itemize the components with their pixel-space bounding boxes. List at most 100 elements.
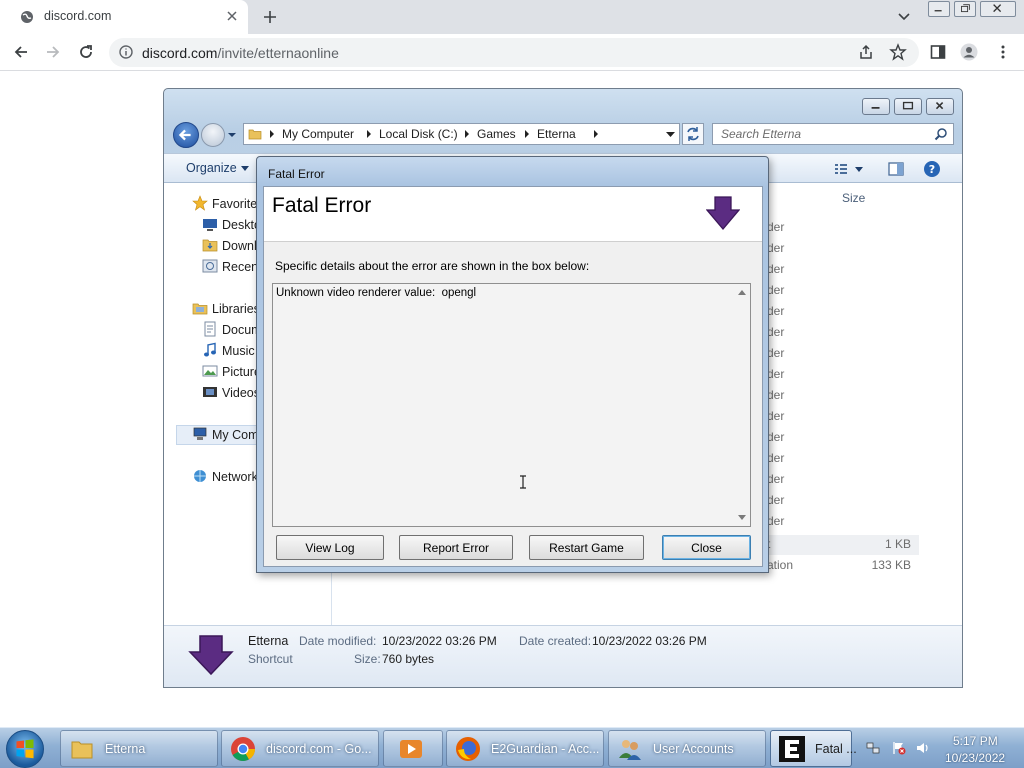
file-row-type[interactable]: der [767,241,784,255]
volume-icon[interactable] [916,741,930,755]
taskbar-item-media-player[interactable] [383,730,443,767]
file-row-type[interactable]: der [767,472,784,486]
column-header-size[interactable]: Size [842,191,865,205]
explorer-search-box[interactable]: Search Etterna [712,123,954,145]
breadcrumb-arrow-icon[interactable] [365,129,373,139]
info-icon[interactable] [119,45,133,59]
minimize-button[interactable] [928,1,950,17]
breadcrumb-arrow-icon[interactable] [463,129,471,139]
clock-time[interactable]: 5:17 PM [953,734,998,748]
preview-pane-icon[interactable] [887,160,905,178]
history-dropdown-icon[interactable] [228,131,236,139]
address-dropdown-icon[interactable] [666,131,675,138]
address-bar[interactable]: discord.com/invite/etternaonline [109,38,919,67]
nav-downloads[interactable]: Downl [222,239,257,253]
details-file-type: Shortcut [248,652,293,666]
nav-my-computer[interactable]: My Com [212,428,259,442]
share-icon[interactable] [857,43,875,61]
taskbar-item-user-accounts[interactable]: User Accounts [608,730,766,767]
bookmark-star-icon[interactable] [889,43,907,61]
network-tray-icon[interactable] [866,741,880,755]
breadcrumb-etterna[interactable]: Etterna [537,127,576,141]
file-row-type[interactable]: der [767,388,784,402]
media-player-icon [400,740,422,758]
explorer-forward-button[interactable] [201,123,225,147]
file-row-type[interactable]: ation [767,558,793,572]
side-panel-icon[interactable] [929,43,947,61]
details-scrollbar[interactable] [734,284,750,526]
file-row-type[interactable]: der [767,493,784,507]
taskbar-item-label: E2Guardian - Acc... [491,742,600,756]
file-row-type[interactable]: der [767,430,784,444]
start-button[interactable] [6,730,44,768]
error-details-textbox[interactable]: Unknown video renderer value: opengl [272,283,751,527]
explorer-minimize-button[interactable] [862,98,890,115]
reload-icon[interactable] [77,43,95,61]
new-tab-icon[interactable] [262,9,278,25]
file-row-type[interactable]: der [767,409,784,423]
file-row-type[interactable]: der [767,220,784,234]
chevron-down-icon[interactable] [897,11,911,23]
nav-network[interactable]: Network [212,470,258,484]
profile-avatar-icon[interactable] [960,43,978,61]
action-center-flag-icon[interactable] [892,741,906,755]
dialog-content: Fatal Error Specific details about the e… [263,186,763,567]
forward-arrow-icon[interactable] [44,43,62,61]
chrome-icon [231,737,255,762]
scroll-down-icon[interactable] [738,515,746,521]
explorer-back-button[interactable] [173,122,199,148]
url-host: discord.com [142,45,218,61]
file-row-type[interactable]: der [767,514,784,528]
explorer-address-bar[interactable]: My Computer Local Disk (C:) Games Ettern… [243,123,680,145]
nav-music[interactable]: Music [222,344,255,358]
taskbar-item-chrome[interactable]: discord.com - Go... [221,730,379,767]
view-log-button[interactable]: View Log [276,535,384,560]
kebab-menu-icon[interactable] [994,43,1012,61]
nav-videos[interactable]: Videos [222,386,260,400]
chevron-down-icon[interactable] [854,160,864,178]
explorer-maximize-button[interactable] [894,98,922,115]
scroll-up-icon[interactable] [738,289,746,295]
chevron-down-icon[interactable] [241,166,249,172]
nav-favorites[interactable]: Favorite [212,197,257,211]
text-cursor-icon [520,475,526,489]
pictures-icon [202,365,218,377]
etterna-app-icon [779,736,805,762]
help-icon[interactable]: ? [923,160,941,178]
file-row-type[interactable]: der [767,346,784,360]
explorer-refresh-button[interactable] [682,123,704,145]
close-tab-icon[interactable] [225,9,239,23]
clock-date[interactable]: 10/23/2022 [945,751,1005,765]
nav-libraries[interactable]: Libraries [212,302,260,316]
nav-recent-places[interactable]: Recen [222,260,258,274]
file-row-type[interactable]: der [767,325,784,339]
breadcrumb-arrow-icon[interactable] [268,129,276,139]
file-row-type[interactable]: der [767,304,784,318]
breadcrumb-games[interactable]: Games [477,127,516,141]
breadcrumb-arrow-icon[interactable] [523,129,531,139]
breadcrumb-my-computer[interactable]: My Computer [282,127,354,141]
file-row-type[interactable]: der [767,367,784,381]
explorer-close-button[interactable] [926,98,954,115]
breadcrumb-arrow-icon[interactable] [592,129,600,139]
breadcrumb-local-disk[interactable]: Local Disk (C:) [379,127,458,141]
restore-button[interactable] [954,1,976,17]
search-icon[interactable] [934,127,948,141]
close-window-button[interactable] [980,1,1016,17]
taskbar-item-explorer[interactable]: Etterna [60,730,218,767]
report-error-button[interactable]: Report Error [399,535,513,560]
taskbar-item-firefox[interactable]: E2Guardian - Acc... [446,730,604,767]
file-row-type[interactable]: der [767,262,784,276]
back-arrow-icon[interactable] [12,43,30,61]
file-row-type[interactable]: der [767,451,784,465]
close-button[interactable]: Close [662,535,751,560]
taskbar-item-fatal-error[interactable]: Fatal ... [770,730,857,767]
videos-icon [203,387,217,397]
date-modified-value: 10/23/2022 03:26 PM [382,634,497,648]
file-row-type[interactable]: der [767,283,784,297]
back-arrow-icon [178,129,191,141]
view-options-icon[interactable] [832,160,850,178]
restart-game-button[interactable]: Restart Game [529,535,644,560]
browser-tab[interactable]: discord.com [0,0,248,34]
organize-button[interactable]: Organize [186,161,237,175]
